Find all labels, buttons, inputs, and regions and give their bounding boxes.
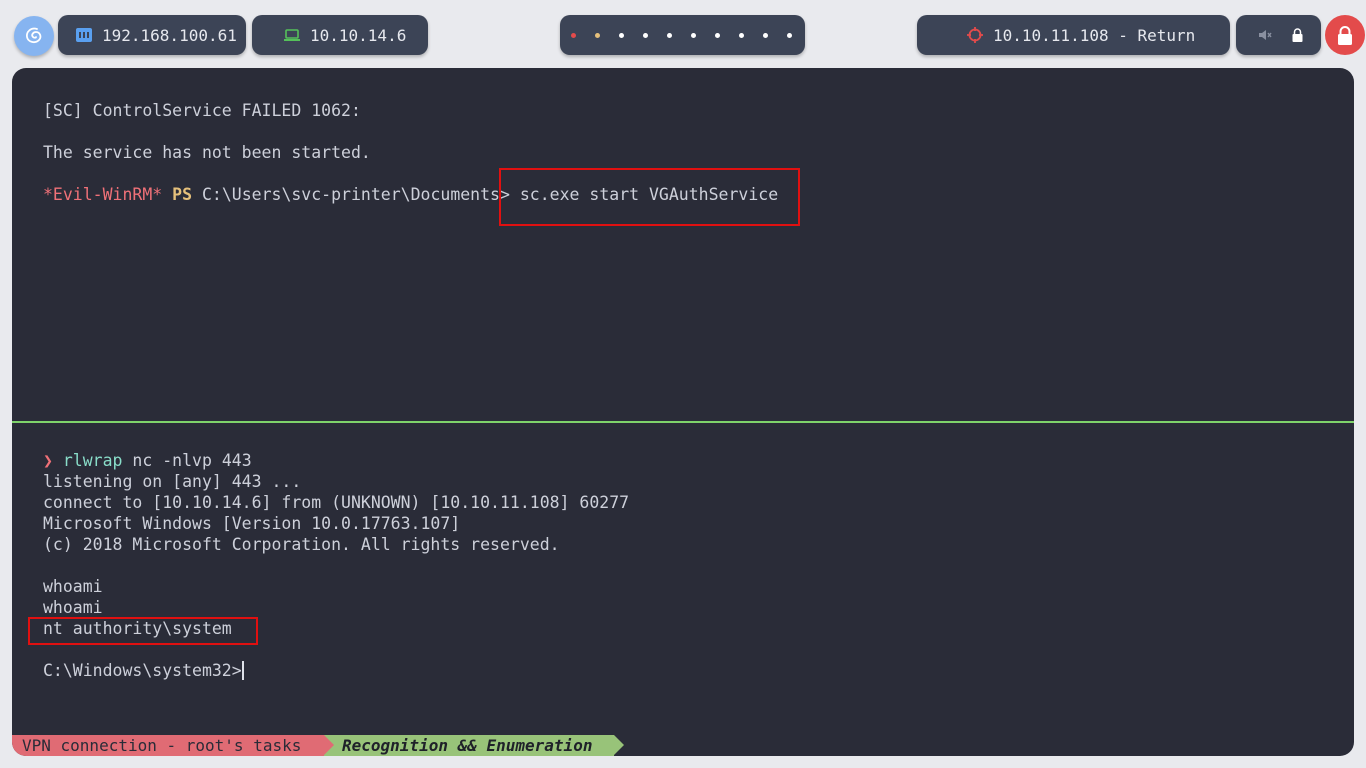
status-session-segment[interactable]: VPN connection - root's tasks	[12, 735, 324, 756]
power-lock-button[interactable]	[1325, 15, 1365, 55]
terminal-pane-evil-winrm[interactable]: [SC] ControlService FAILED 1062: The ser…	[12, 68, 1354, 421]
ps-label: PS	[172, 185, 193, 204]
workspace-10-dot[interactable]	[786, 32, 792, 38]
nc-args: nc -nlvp 443	[122, 451, 252, 470]
local-ip-pill[interactable]: 192.168.100.61	[58, 15, 246, 55]
workspace-5-dot[interactable]	[666, 32, 672, 38]
workspace-7-dot[interactable]	[714, 32, 720, 38]
output-line: whoami	[43, 577, 103, 596]
cmd-prompt-line[interactable]: C:\Windows\system32>	[43, 660, 244, 681]
debian-logo-button[interactable]	[14, 16, 54, 56]
target-pill[interactable]: 10.10.11.108 - Return	[917, 15, 1230, 55]
output-line: [SC] ControlService FAILED 1062:	[43, 101, 361, 120]
workspaces-pill[interactable]	[560, 15, 805, 55]
target-text: 10.10.11.108 - Return	[993, 25, 1196, 45]
prompt-path: C:\Users\svc-printer\Documents>	[201, 185, 510, 204]
workspace-6-dot[interactable]	[690, 32, 696, 38]
workspace-1-dot[interactable]	[570, 32, 576, 38]
lock-status-icon[interactable]	[1292, 28, 1303, 42]
terminal-pane-netcat[interactable]: ❯ rlwrap nc -nlvp 443 listening on [any]…	[12, 423, 1354, 733]
rlwrap-command: rlwrap	[62, 451, 123, 470]
tmux-status-bar: VPN connection - root's tasks Recognitio…	[12, 735, 1354, 756]
workspace-9-dot[interactable]	[762, 32, 768, 38]
workspace-2-dot[interactable]	[594, 32, 600, 38]
padlock-icon	[1338, 25, 1352, 45]
ethernet-icon	[76, 28, 92, 42]
output-line: listening on [any] 443 ...	[43, 472, 302, 491]
output-line: Microsoft Windows [Version 10.0.17763.10…	[43, 514, 461, 533]
terminal-window[interactable]: [SC] ControlService FAILED 1062: The ser…	[12, 68, 1354, 756]
status-window-segment[interactable]: Recognition && Enumeration	[334, 735, 614, 756]
output-line: connect to [10.10.14.6] from (UNKNOWN) […	[43, 493, 630, 512]
output-line: The service has not been started.	[43, 143, 371, 162]
command-highlight-box	[499, 168, 800, 226]
volume-muted-icon[interactable]	[1258, 28, 1272, 42]
status-arrow-1	[324, 735, 334, 755]
crosshair-icon	[967, 27, 983, 43]
nc-command-line: ❯ rlwrap nc -nlvp 443	[43, 450, 252, 471]
evil-winrm-tag: *Evil-WinRM*	[43, 185, 163, 204]
debian-swirl-icon	[25, 27, 42, 44]
vpn-ip-text: 10.10.14.6	[310, 25, 407, 45]
workspace-8-dot[interactable]	[738, 32, 744, 38]
workspace-4-dot[interactable]	[642, 32, 648, 38]
status-arrow-2	[614, 735, 624, 755]
prompt-arrow-icon: ❯	[43, 451, 53, 470]
system-tray-pill[interactable]	[1236, 15, 1321, 55]
laptop-icon	[284, 29, 300, 41]
workspace-3-dot[interactable]	[618, 32, 624, 38]
result-highlight-box	[28, 617, 258, 645]
output-line: whoami	[43, 598, 103, 617]
local-ip-text: 192.168.100.61	[102, 25, 237, 45]
output-line: (c) 2018 Microsoft Corporation. All righ…	[43, 535, 560, 554]
text-cursor	[241, 661, 244, 680]
vpn-ip-pill[interactable]: 10.10.14.6	[252, 15, 428, 55]
top-bar: 192.168.100.61 10.10.14.6 10.10.11.108 -…	[0, 0, 1366, 68]
windows-prompt: C:\Windows\system32>	[43, 661, 242, 680]
